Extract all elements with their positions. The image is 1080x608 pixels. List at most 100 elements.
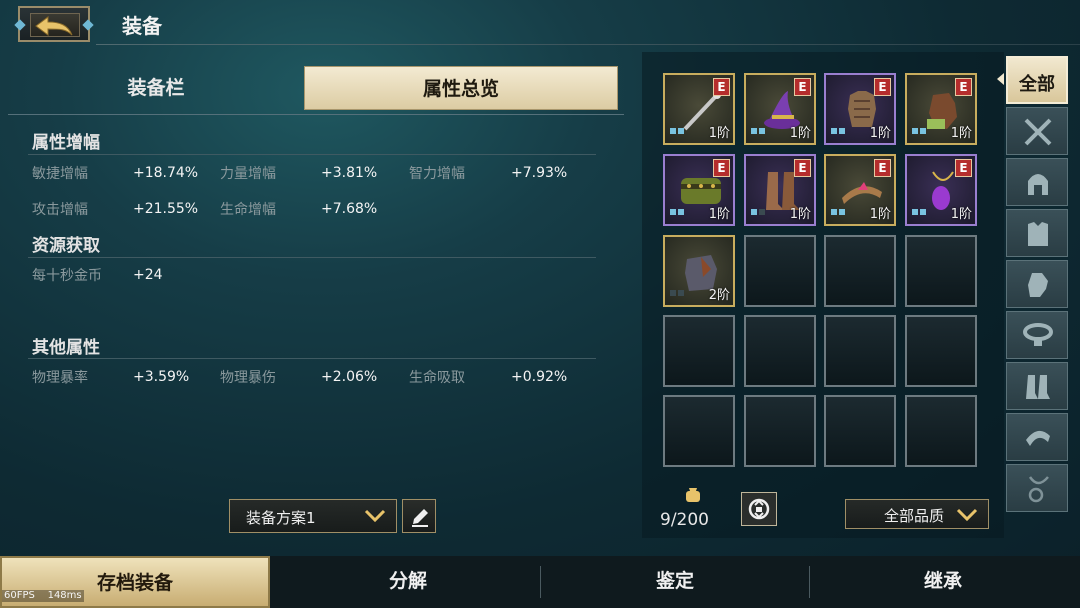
- attr-value: +24: [133, 267, 163, 283]
- attr-label: 敏捷增幅: [32, 166, 88, 182]
- quality-badge: E: [713, 78, 730, 96]
- header-divider: [96, 44, 1080, 45]
- filter-belt[interactable]: [1006, 311, 1068, 359]
- attr-label: 物理暴伤: [220, 370, 276, 386]
- tier-label: 1阶: [789, 126, 811, 141]
- glove-icon: [1028, 273, 1048, 297]
- belt-ring-icon: [1023, 323, 1053, 346]
- filter-gloves[interactable]: [1006, 260, 1068, 308]
- quality-badge: E: [874, 159, 891, 177]
- filter-armor[interactable]: [1006, 209, 1068, 257]
- quality-badge: E: [874, 78, 891, 96]
- edit-plan-button[interactable]: [402, 499, 436, 533]
- section-title-other: 其他属性: [32, 338, 100, 358]
- quality-badge: E: [794, 159, 811, 177]
- inventory-slot-empty[interactable]: [744, 315, 816, 387]
- inventory-slot[interactable]: E 1阶: [824, 154, 896, 226]
- back-arrow-icon: [35, 16, 73, 36]
- inventory-slot-empty[interactable]: [905, 395, 977, 467]
- filter-all[interactable]: 全部: [1006, 56, 1068, 104]
- boots-outline-icon: [1026, 375, 1050, 399]
- quality-badge: E: [955, 78, 972, 96]
- equipment-plan-dropdown[interactable]: 装备方案1: [229, 499, 397, 533]
- attr-value: +0.92%: [511, 369, 568, 385]
- inventory-slot-empty[interactable]: [905, 315, 977, 387]
- filter-all-label: 全部: [1019, 74, 1055, 95]
- inventory-slot-empty[interactable]: [744, 235, 816, 307]
- helmet-icon: [1028, 174, 1048, 195]
- tier-label: 1阶: [869, 126, 891, 141]
- attr-value: +2.06%: [321, 369, 378, 385]
- attr-label: 生命吸取: [409, 370, 465, 386]
- attr-label: 生命增幅: [220, 202, 276, 218]
- quality-filter-dropdown[interactable]: 全部品质: [845, 499, 989, 529]
- upgrade-pips: [670, 281, 686, 300]
- tab-attribute-overview[interactable]: 属性总览: [304, 66, 618, 110]
- fps-value: 60FPS: [4, 590, 35, 601]
- back-button[interactable]: [14, 6, 94, 42]
- gem-ornament-right: [82, 19, 94, 31]
- circlet-outline-icon: [1026, 430, 1050, 446]
- quality-filter-label: 全部品质: [884, 507, 945, 525]
- identify-button[interactable]: 鉴定: [541, 556, 809, 608]
- filter-necklace[interactable]: [1006, 464, 1068, 512]
- filter-accessory[interactable]: [1006, 413, 1068, 461]
- inventory-count: 9/200: [660, 510, 709, 530]
- inventory-slot[interactable]: E 1阶: [824, 73, 896, 145]
- inventory-slot[interactable]: 2阶: [663, 235, 735, 307]
- tier-label: 1阶: [708, 207, 730, 222]
- plan-selected-label: 装备方案1: [246, 509, 316, 527]
- attribute-tabs: 装备栏 属性总览: [8, 64, 624, 115]
- inventory-slot-empty[interactable]: [744, 395, 816, 467]
- dismantle-button[interactable]: 分解: [276, 556, 540, 608]
- fps-overlay: 60FPS 148ms: [2, 590, 84, 602]
- inventory-slot-empty[interactable]: [905, 235, 977, 307]
- armor-icon: [1028, 222, 1048, 246]
- section-title-growth: 属性增幅: [32, 133, 100, 153]
- attr-value: +7.93%: [511, 165, 568, 181]
- section-divider: [28, 358, 596, 359]
- inventory-slot-empty[interactable]: [663, 315, 735, 387]
- attr-value: +21.55%: [133, 201, 199, 217]
- tier-label: 1阶: [950, 207, 972, 222]
- section-divider: [28, 257, 596, 258]
- pencil-icon: [412, 509, 428, 527]
- attr-value: +3.59%: [133, 369, 190, 385]
- upgrade-pips: [751, 119, 767, 138]
- upgrade-pips: [912, 119, 928, 138]
- inventory-slot[interactable]: E 1阶: [744, 154, 816, 226]
- tier-label: 1阶: [869, 207, 891, 222]
- quality-badge: E: [713, 159, 730, 177]
- tier-label: 1阶: [950, 126, 972, 141]
- tier-label: 2阶: [708, 288, 730, 303]
- filter-weapon[interactable]: [1006, 107, 1068, 155]
- filter-helmet[interactable]: [1006, 158, 1068, 206]
- attr-label: 攻击增幅: [32, 202, 88, 218]
- inventory-slot[interactable]: E 1阶: [744, 73, 816, 145]
- quality-badge: E: [955, 159, 972, 177]
- upgrade-pips: [670, 200, 686, 219]
- attr-value: +18.74%: [133, 165, 199, 181]
- attr-label: 每十秒金币: [32, 268, 102, 284]
- page-title: 装备: [122, 14, 162, 38]
- inventory-slot[interactable]: E 1阶: [663, 154, 735, 226]
- inventory-slot[interactable]: E 1阶: [905, 154, 977, 226]
- upgrade-pips: [912, 200, 928, 219]
- inventory-slot[interactable]: E 1阶: [905, 73, 977, 145]
- inherit-button[interactable]: 继承: [810, 556, 1076, 608]
- tab-equipment-slots[interactable]: 装备栏: [8, 66, 304, 110]
- inventory-slot-empty[interactable]: [824, 315, 896, 387]
- attr-label: 物理暴率: [32, 370, 88, 386]
- inventory-slot[interactable]: E 1阶: [663, 73, 735, 145]
- section-title-resource: 资源获取: [32, 236, 100, 256]
- gem-ornament-left: [14, 19, 26, 31]
- inventory-slot-empty[interactable]: [824, 395, 896, 467]
- filter-boots[interactable]: [1006, 362, 1068, 410]
- inventory-slot-empty[interactable]: [663, 395, 735, 467]
- upgrade-pips: [831, 119, 847, 138]
- attr-label: 智力增幅: [409, 166, 465, 182]
- attr-label: 力量增幅: [220, 166, 276, 182]
- sort-inventory-button[interactable]: [741, 492, 777, 526]
- latency-value: 148ms: [47, 590, 82, 601]
- inventory-slot-empty[interactable]: [824, 235, 896, 307]
